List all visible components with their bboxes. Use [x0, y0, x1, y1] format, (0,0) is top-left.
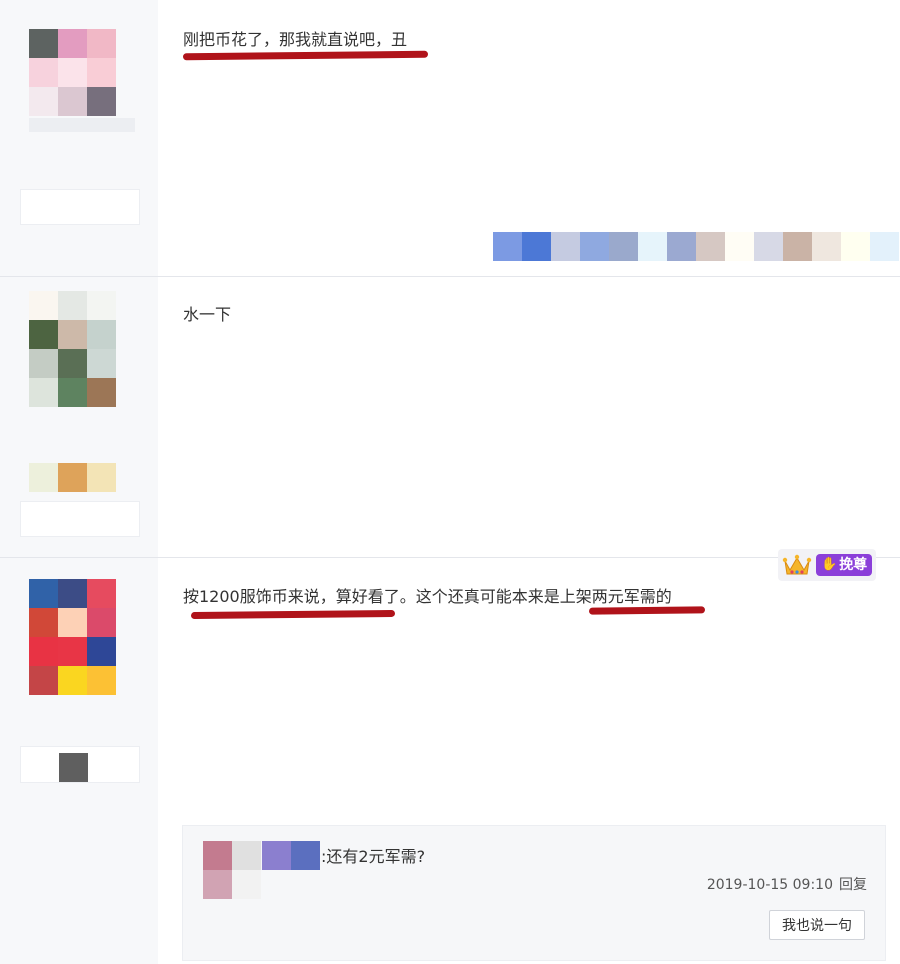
- pixel-block: [29, 666, 58, 695]
- crown-icon: [782, 552, 812, 578]
- red-underline: [190, 609, 396, 620]
- pixel-block: [87, 58, 116, 87]
- reply-timestamp: 2019-10-15 09:10: [706, 877, 833, 893]
- red-underline: [588, 606, 706, 615]
- pixel-block: [29, 463, 58, 492]
- pixel-block: [203, 841, 232, 870]
- pixel-block: [87, 349, 116, 378]
- author-sidebar: [0, 277, 158, 557]
- pixel-block: [87, 579, 116, 608]
- pixel-block: [29, 579, 58, 608]
- pixel-block: [87, 87, 116, 116]
- reply-text: :还有2元军需?: [321, 847, 426, 866]
- pixel-block: [29, 58, 58, 87]
- pixel-block: [29, 608, 58, 637]
- pixel-block: [29, 349, 58, 378]
- blurred-badge: [20, 189, 140, 225]
- reply-username[interactable]: [262, 841, 320, 870]
- blurred-name: [20, 746, 140, 783]
- pixel-block: [638, 232, 667, 261]
- red-underline: [182, 50, 429, 61]
- post-content: 水一下: [183, 305, 232, 324]
- pixel-block: [29, 291, 58, 320]
- pixel-block: [522, 232, 551, 261]
- reply-link[interactable]: 回复: [839, 877, 867, 893]
- pixel-block: [29, 29, 58, 58]
- content-part-2: 上架两元军需的: [559, 587, 672, 606]
- pixel-block: [58, 349, 87, 378]
- reply-meta: 2019-10-15 09:10 回复: [701, 874, 867, 894]
- blurred-badge: [29, 463, 116, 492]
- user-badges[interactable]: ✋ 挽尊: [778, 549, 877, 581]
- paw-icon: ✋: [821, 557, 838, 572]
- post-content: 刚把币花了，那我就直说吧，丑: [183, 30, 408, 49]
- blurred-signature: [493, 232, 899, 261]
- avatar[interactable]: [29, 579, 116, 695]
- pixel-block: [203, 870, 232, 899]
- pixel-block: [58, 378, 87, 407]
- pixel-block: [58, 463, 87, 492]
- blurred-name: [29, 118, 135, 132]
- avatar[interactable]: [29, 29, 116, 116]
- author-sidebar: [0, 0, 158, 276]
- pixel-block: [841, 232, 870, 261]
- reply-avatar[interactable]: [203, 841, 261, 899]
- blurred-level: [20, 501, 140, 537]
- avatar[interactable]: [29, 291, 116, 407]
- pixel-block: [232, 841, 261, 870]
- pixel-block: [551, 232, 580, 261]
- pixel-block: [58, 579, 87, 608]
- add-reply-button[interactable]: 我也说一句: [769, 910, 865, 940]
- pixel-block: [29, 637, 58, 666]
- post-1: 刚把币花了，那我就直说吧，丑: [0, 0, 900, 276]
- pixel-block: [58, 29, 87, 58]
- pixel-block: [232, 870, 261, 899]
- pixel-block: [58, 291, 87, 320]
- pixel-block: [87, 378, 116, 407]
- pixel-block: [58, 608, 87, 637]
- badge-label: 挽尊: [839, 557, 868, 573]
- content-part-1: 按1200服饰币来说，算好看了。这个还真可能本来是: [183, 587, 560, 606]
- pixel-block: [87, 463, 116, 492]
- pixel-block: [58, 637, 87, 666]
- author-sidebar: [0, 558, 158, 964]
- pixel-block: [291, 841, 320, 870]
- post-2: 水一下: [0, 277, 900, 557]
- pixel-block: [87, 608, 116, 637]
- pixel-block: [87, 666, 116, 695]
- pixel-block: [58, 58, 87, 87]
- pixel-block: [870, 232, 899, 261]
- pixel-block: [58, 87, 87, 116]
- pixel-block: [783, 232, 812, 261]
- post-content: 按1200服饰币来说，算好看了。这个还真可能本来是上架两元军需的: [183, 586, 672, 608]
- pixel-block: [493, 232, 522, 261]
- pixel-block: [262, 841, 291, 870]
- pixel-block: [725, 232, 754, 261]
- pixel-block: [87, 637, 116, 666]
- pixel-block: [29, 320, 58, 349]
- reply-box: :还有2元军需? 2019-10-15 09:10 回复 我也说一句: [182, 825, 886, 961]
- pixel-block: [29, 378, 58, 407]
- pixel-block: [29, 87, 58, 116]
- pixel-block: [87, 29, 116, 58]
- pixel-block: [58, 666, 87, 695]
- pixel-block: [754, 232, 783, 261]
- pixel-block: [812, 232, 841, 261]
- pixel-block: [58, 320, 87, 349]
- pixel-block: [609, 232, 638, 261]
- wanzun-badge[interactable]: ✋ 挽尊: [816, 554, 873, 576]
- pixel-block: [87, 291, 116, 320]
- pixel-block: [667, 232, 696, 261]
- pixel-block: [87, 320, 116, 349]
- pixel-block: [580, 232, 609, 261]
- pixel-block: [696, 232, 725, 261]
